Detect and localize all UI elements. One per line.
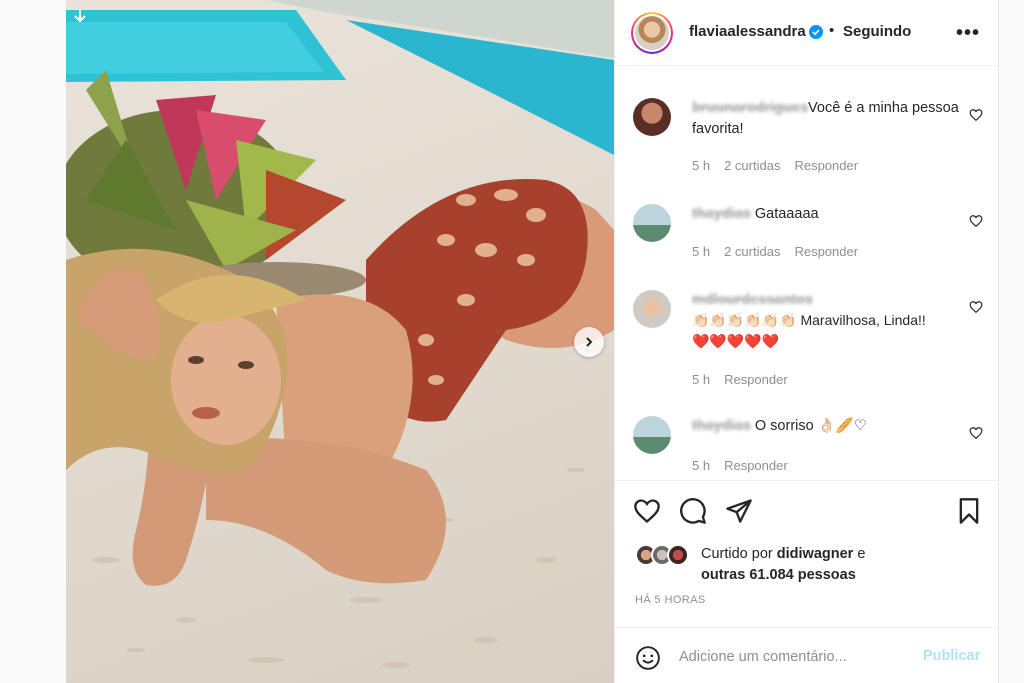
heart-icon[interactable] xyxy=(969,426,983,440)
right-gutter xyxy=(998,0,1024,683)
comment-time: 5 h xyxy=(692,244,711,259)
comment-avatar[interactable] xyxy=(633,98,671,136)
comment-text: mdlourdessantos 👏🏻👏🏻👏🏻👏🏻👏🏻👏🏻 Maravilhosa… xyxy=(692,290,962,353)
heart-icon[interactable] xyxy=(969,214,983,228)
comment-message: O sorriso 👌🏻🥖♡ xyxy=(754,418,867,434)
likes-first-user[interactable]: didiwagner xyxy=(777,546,854,562)
comment-hearts: ❤️❤️❤️❤️❤️ xyxy=(692,333,780,349)
comment-icon[interactable] xyxy=(679,497,707,525)
comment-username[interactable]: bruunarodrigues xyxy=(692,100,808,116)
bookmark-icon[interactable] xyxy=(955,497,983,525)
likes-others[interactable]: outras 61.084 pessoas xyxy=(701,567,856,583)
action-bar xyxy=(615,480,999,540)
comment-likes[interactable]: 2 curtidas xyxy=(724,158,780,173)
comment-message: Gataaaaa xyxy=(754,206,819,222)
post-timestamp[interactable]: HÁ 5 HORAS xyxy=(635,594,706,606)
likes-summary: Curtido por didiwagner e outras 61.084 p… xyxy=(635,540,995,588)
comment-meta: 5 h 2 curtidas Responder xyxy=(692,244,858,259)
heart-icon[interactable] xyxy=(969,300,983,314)
post-photo[interactable] xyxy=(66,0,614,683)
liker-avatar xyxy=(667,544,689,566)
comment-meta: 5 h 2 curtidas Responder xyxy=(692,158,858,173)
comment-composer: Publicar xyxy=(615,627,999,683)
comment-username[interactable]: thaydias xyxy=(692,206,751,222)
comment-time: 5 h xyxy=(692,158,711,173)
heart-icon[interactable] xyxy=(969,108,983,122)
reply-button[interactable]: Responder xyxy=(794,158,858,173)
comments-list[interactable]: bruunarodriguesVocê é a minha pessoa fav… xyxy=(615,66,999,480)
likes-text: Curtido por didiwagner e outras 61.084 p… xyxy=(701,544,1001,586)
following-button[interactable]: Seguindo xyxy=(843,23,911,40)
comment-text: thaydias Gataaaaa xyxy=(692,204,962,225)
likes-connector: e xyxy=(857,546,866,562)
comment-text: bruunarodriguesVocê é a minha pessoa fav… xyxy=(692,98,962,140)
reply-button[interactable]: Responder xyxy=(724,458,788,473)
heart-icon[interactable] xyxy=(633,497,661,525)
comment-meta: 5 h Responder xyxy=(692,458,788,473)
carousel-next-button[interactable] xyxy=(574,327,604,357)
liker-avatars[interactable] xyxy=(635,544,699,568)
post-header: flaviaalessandra • Seguindo ••• xyxy=(615,0,999,66)
header-separator: • xyxy=(829,22,835,39)
chevron-right-icon xyxy=(586,337,593,347)
comment-avatar[interactable] xyxy=(633,416,671,454)
comment-text: thaydias O sorriso 👌🏻🥖♡ xyxy=(692,416,962,437)
comment-username[interactable]: thaydias xyxy=(692,418,751,434)
left-gutter xyxy=(0,0,66,683)
comment-meta: 5 h Responder xyxy=(692,372,788,387)
verified-badge-icon xyxy=(809,25,823,39)
reply-button[interactable]: Responder xyxy=(794,244,858,259)
photo-illustration xyxy=(66,0,614,668)
comment-message: 👏🏻👏🏻👏🏻👏🏻👏🏻👏🏻 Maravilhosa, Linda!! xyxy=(692,312,926,328)
comment-avatar[interactable] xyxy=(633,290,671,328)
reply-button[interactable]: Responder xyxy=(724,372,788,387)
share-icon[interactable] xyxy=(725,497,753,525)
comment-avatar[interactable] xyxy=(633,204,671,242)
comment-username[interactable]: mdlourdessantos xyxy=(692,292,813,308)
smiley-icon[interactable] xyxy=(635,645,661,671)
author-avatar[interactable] xyxy=(631,12,673,54)
author-username[interactable]: flaviaalessandra xyxy=(689,23,806,40)
publish-button[interactable]: Publicar xyxy=(923,648,980,664)
post-side-panel: flaviaalessandra • Seguindo ••• bruunaro… xyxy=(614,0,999,683)
comment-time: 5 h xyxy=(692,458,711,473)
comment-likes[interactable]: 2 curtidas xyxy=(724,244,780,259)
comment-input[interactable] xyxy=(679,644,909,670)
more-options-button[interactable]: ••• xyxy=(955,20,981,46)
download-arrow-icon xyxy=(74,10,86,23)
comment-time: 5 h xyxy=(692,372,711,387)
likes-prefix: Curtido por xyxy=(701,546,773,562)
